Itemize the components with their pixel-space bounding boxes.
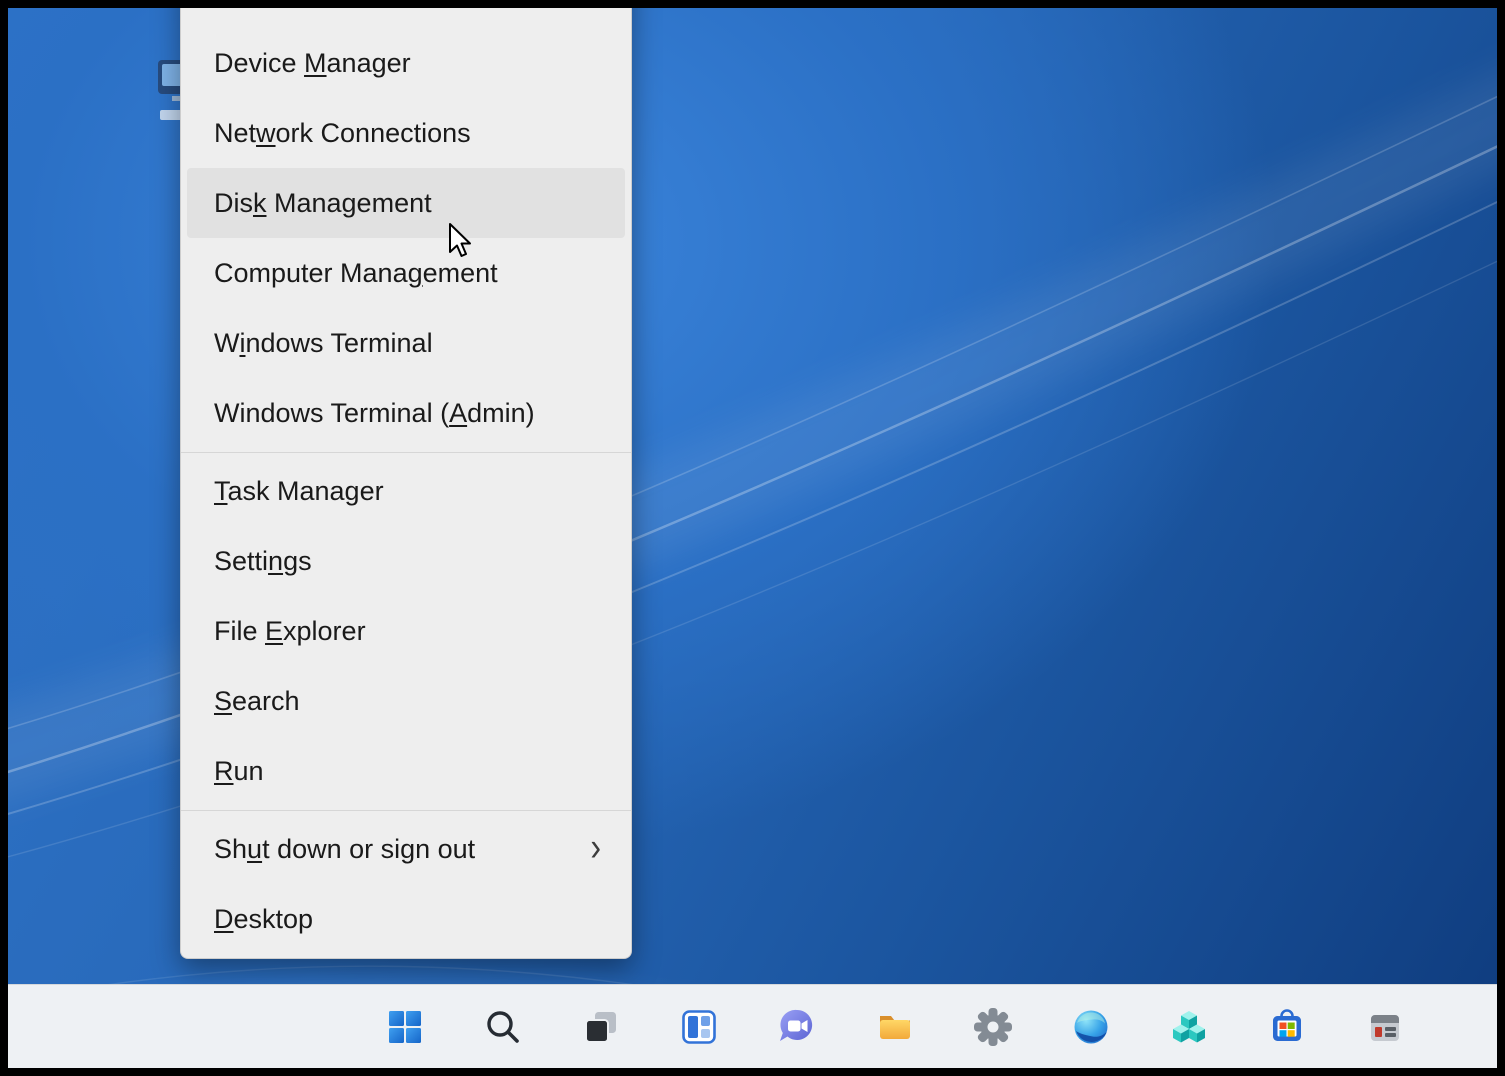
- menu-item-label: Network Connections: [214, 118, 471, 149]
- desktop[interactable]: System Device Manager Network Connection…: [8, 8, 1497, 1068]
- access-key: D: [214, 904, 234, 934]
- task-view-icon: [581, 1007, 621, 1047]
- chat-icon: [777, 1007, 817, 1047]
- taskbar: [8, 984, 1497, 1068]
- menu-item-device-manager[interactable]: Device Manager: [187, 28, 625, 98]
- label-post: ork Connections: [276, 118, 471, 148]
- taskbar-file-explorer-button[interactable]: [874, 999, 916, 1055]
- label-post: ndows Terminal: [245, 328, 432, 358]
- access-key: k: [253, 188, 267, 218]
- access-key: E: [265, 616, 283, 646]
- menu-item-search[interactable]: Search: [187, 666, 625, 736]
- access-key: g: [408, 258, 423, 288]
- start-icon: [385, 1007, 425, 1047]
- label-post: Management: [267, 188, 432, 218]
- access-key: R: [214, 756, 234, 786]
- access-key: w: [256, 118, 276, 148]
- access-key: n: [268, 546, 283, 576]
- label-pre: File: [214, 616, 265, 646]
- label-pre: Device: [214, 48, 304, 78]
- label-post: xplorer: [283, 616, 366, 646]
- label-pre: W: [214, 328, 239, 358]
- access-key: T: [214, 476, 228, 506]
- cubes-app-icon: [1169, 1007, 1209, 1047]
- access-key: A: [449, 398, 467, 428]
- menu-item-windows-terminal[interactable]: Windows Terminal: [187, 308, 625, 378]
- label-pre: Computer Mana: [214, 258, 408, 288]
- taskbar-utility-app-button[interactable]: [1364, 999, 1406, 1055]
- menu-item-disk-management[interactable]: Disk Management: [187, 168, 625, 238]
- menu-item-desktop[interactable]: Desktop: [187, 884, 625, 954]
- taskbar-settings-button[interactable]: [972, 999, 1014, 1055]
- menu-item-label: Shut down or sign out: [214, 834, 475, 865]
- menu-item-label: Windows Terminal (Admin): [214, 398, 535, 429]
- label-post: ement: [423, 258, 498, 288]
- taskbar-microsoft-store-button[interactable]: [1266, 999, 1308, 1055]
- winx-menu: System Device Manager Network Connection…: [180, 8, 632, 959]
- submenu-chevron-icon: ›: [590, 824, 601, 870]
- microsoft-store-icon: [1267, 1007, 1307, 1047]
- edge-icon: [1071, 1007, 1111, 1047]
- menu-item-run[interactable]: Run: [187, 736, 625, 806]
- menu-separator: [181, 448, 631, 456]
- label-pre: Net: [214, 118, 256, 148]
- menu-separator: [181, 806, 631, 814]
- menu-item-system[interactable]: System: [187, 8, 625, 28]
- taskbar-widgets-button[interactable]: [678, 999, 720, 1055]
- menu-item-task-manager[interactable]: Task Manager: [187, 456, 625, 526]
- menu-item-label: File Explorer: [214, 616, 366, 647]
- menu-item-network-connections[interactable]: Network Connections: [187, 98, 625, 168]
- label-pre: Setti: [214, 546, 268, 576]
- settings-gear-icon: [973, 1007, 1013, 1047]
- menu-item-label: Search: [214, 686, 300, 717]
- label-post: ask Manager: [228, 476, 384, 506]
- taskbar-icon-row: [384, 985, 1406, 1068]
- file-explorer-icon: [875, 1007, 915, 1047]
- taskbar-cubes-app-button[interactable]: [1168, 999, 1210, 1055]
- taskbar-search-button[interactable]: [482, 999, 524, 1055]
- taskbar-start-button[interactable]: [384, 999, 426, 1055]
- label-post: esktop: [234, 904, 314, 934]
- search-icon: [483, 1007, 523, 1047]
- menu-item-file-explorer[interactable]: File Explorer: [187, 596, 625, 666]
- label-post: earch: [232, 686, 300, 716]
- menu-item-settings[interactable]: Settings: [187, 526, 625, 596]
- screenshot-frame: System Device Manager Network Connection…: [0, 0, 1505, 1076]
- taskbar-chat-button[interactable]: [776, 999, 818, 1055]
- label-pre: Sh: [214, 834, 247, 864]
- menu-item-windows-terminal-admin[interactable]: Windows Terminal (Admin): [187, 378, 625, 448]
- label-post: t down or sign out: [262, 834, 475, 864]
- label-pre: Windows Terminal (: [214, 398, 449, 428]
- access-key: M: [304, 48, 327, 78]
- menu-item-label: Device Manager: [214, 48, 411, 79]
- menu-item-label: Settings: [214, 546, 312, 577]
- menu-item-label: Run: [214, 756, 264, 787]
- taskbar-task-view-button[interactable]: [580, 999, 622, 1055]
- menu-item-label: Computer Management: [214, 258, 498, 289]
- menu-item-shut-down-or-sign-out[interactable]: Shut down or sign out ›: [187, 814, 625, 884]
- taskbar-edge-button[interactable]: [1070, 999, 1112, 1055]
- access-key: u: [247, 834, 262, 864]
- label-post: un: [234, 756, 264, 786]
- label-post: gs: [283, 546, 312, 576]
- menu-item-label: Task Manager: [214, 476, 384, 507]
- access-key: S: [214, 686, 232, 716]
- menu-item-computer-management[interactable]: Computer Management: [187, 238, 625, 308]
- widgets-icon: [679, 1007, 719, 1047]
- menu-item-label: System: [214, 8, 304, 9]
- label-post: anager: [327, 48, 411, 78]
- menu-item-label: Disk Management: [214, 188, 432, 219]
- menu-item-label: Desktop: [214, 904, 313, 935]
- label-pre: Dis: [214, 188, 253, 218]
- label-post: dmin): [467, 398, 535, 428]
- utility-app-icon: [1365, 1007, 1405, 1047]
- menu-item-label: Windows Terminal: [214, 328, 433, 359]
